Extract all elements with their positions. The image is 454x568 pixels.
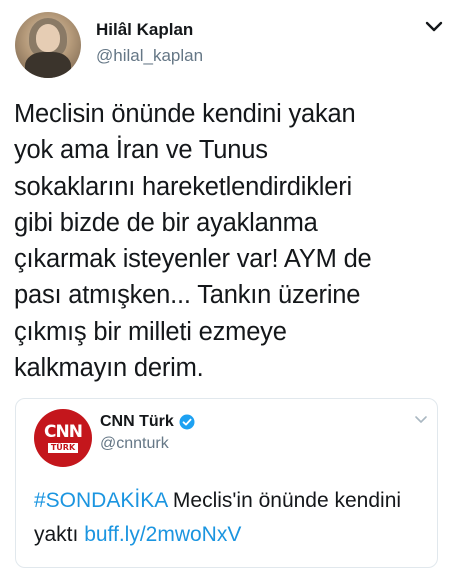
tweet-text-line: Meclisin önünde kendini yakan: [14, 100, 356, 128]
logo-sub-text: TÜRK: [47, 442, 79, 453]
avatar-face: [36, 24, 60, 52]
quoted-tweet-text: #SONDAKİKA Meclis'in önünde kendini yaktı…: [34, 484, 429, 552]
tweet-text-line: pası atmışken... Tankın üzerine: [14, 281, 361, 310]
quoted-author-handle[interactable]: @cnnturk: [100, 435, 169, 453]
tweet-text-line: çıkarmak isteyenler var! AYM de: [14, 245, 372, 274]
author-handle[interactable]: @hilal_kaplan: [96, 46, 203, 66]
tweet-text-line: çıkmış bir milleti ezmeye: [14, 317, 287, 346]
tweet-text-line: yok ama İran ve Tunus: [14, 136, 268, 165]
quoted-text-part: yaktı: [34, 523, 85, 546]
quoted-author-name-text: CNN Türk: [100, 413, 174, 430]
author-name[interactable]: Hilâl Kaplan: [96, 20, 193, 40]
hashtag-link[interactable]: #SONDAKİKA: [34, 489, 167, 512]
tweet-text-line: gibi bizde de bir ayaklanma: [14, 208, 318, 237]
quoted-text-part: Meclis'in önünde kendini: [167, 489, 402, 512]
url-link[interactable]: buff.ly/2mwoNxV: [84, 523, 241, 546]
quoted-tweet-card[interactable]: CNN TÜRK CNN Türk @cnnturk #SONDAKİKA Me…: [15, 398, 438, 568]
cnn-turk-logo[interactable]: CNN TÜRK: [34, 409, 92, 467]
chevron-down-icon[interactable]: [424, 20, 444, 34]
tweet-author-avatar[interactable]: [15, 12, 81, 78]
tweet-text-line: sokaklarını hareketlendirdikleri: [14, 172, 353, 201]
logo-main-text: CNN: [44, 421, 83, 442]
tweet-text: Meclisin önünde kendini yakan yok ama İr…: [14, 96, 444, 386]
verified-badge-icon: [179, 414, 195, 430]
chevron-down-icon[interactable]: [414, 415, 428, 425]
avatar-body: [25, 52, 71, 78]
tweet-text-line: kalkmayın derim.: [14, 354, 204, 383]
quoted-author-name[interactable]: CNN Türk: [100, 413, 195, 431]
